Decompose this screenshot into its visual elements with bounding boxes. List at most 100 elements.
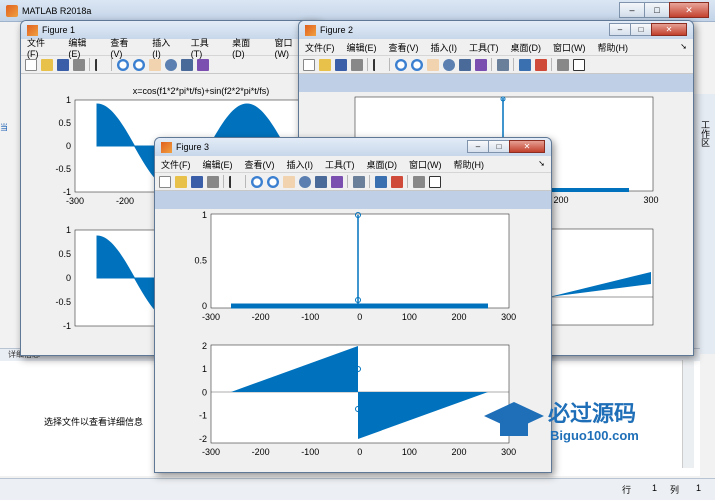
figure1-top-ytick: 1 <box>66 95 71 105</box>
open-folder-icon[interactable] <box>319 58 331 71</box>
figure1-bottom-ytick: 1 <box>66 225 71 235</box>
print-icon[interactable] <box>351 58 363 71</box>
close-button[interactable]: ✕ <box>509 140 545 153</box>
rotate-icon[interactable] <box>299 175 311 188</box>
menu-insert[interactable]: 插入(I) <box>287 158 314 171</box>
minimize-button[interactable]: – <box>619 2 645 18</box>
menu-file[interactable]: 文件(F) <box>305 41 335 54</box>
menu-edit[interactable]: 编辑(E) <box>68 36 98 59</box>
hide-tools-icon[interactable] <box>557 58 569 71</box>
zoom-in-icon[interactable] <box>251 175 263 188</box>
menu-tools[interactable]: 工具(T) <box>191 36 220 59</box>
minimize-button[interactable]: – <box>467 140 489 153</box>
menu-desktop[interactable]: 桌面(D) <box>232 36 262 59</box>
legend-icon[interactable] <box>391 175 403 188</box>
menu-tools[interactable]: 工具(T) <box>325 158 355 171</box>
figure3-toolbar <box>155 173 551 191</box>
workspace-side-tab[interactable]: 工作区 <box>692 94 715 354</box>
new-figure-icon[interactable] <box>303 58 315 71</box>
menu-window[interactable]: 窗口(W) <box>409 158 442 171</box>
rotate-icon[interactable] <box>165 58 177 71</box>
figure3-top-xtick: 200 <box>451 312 466 322</box>
legend-icon[interactable] <box>535 58 547 71</box>
figure2-toolbar <box>299 56 693 74</box>
figure3-bottom-ytick: -1 <box>199 411 207 421</box>
minimize-button[interactable]: – <box>609 23 631 36</box>
figure1-top-ytick: 0.5 <box>58 118 71 128</box>
data-cursor-icon[interactable] <box>181 58 193 71</box>
menu-edit[interactable]: 编辑(E) <box>347 41 377 54</box>
hide-tools-icon[interactable] <box>413 175 425 188</box>
maximize-button[interactable]: □ <box>644 2 670 18</box>
data-cursor-icon[interactable] <box>459 58 471 71</box>
menubar-arrow-icon[interactable]: ➘ <box>680 42 687 51</box>
zoom-in-icon[interactable] <box>395 58 407 71</box>
select-arrow-icon[interactable] <box>95 58 107 71</box>
main-titlebar: MATLAB R2018a <box>0 0 715 22</box>
figure1-toolbar <box>21 56 319 74</box>
menu-insert[interactable]: 插入(I) <box>431 41 458 54</box>
menu-insert[interactable]: 插入(I) <box>152 36 178 59</box>
figure3-bottom-xtick: 100 <box>402 447 417 457</box>
zoom-in-icon[interactable] <box>117 58 129 71</box>
toolbar-separator <box>347 175 348 188</box>
menubar-arrow-icon[interactable]: ➘ <box>538 159 545 168</box>
colorbar-icon[interactable] <box>375 175 387 188</box>
colorbar-icon[interactable] <box>519 58 531 71</box>
menu-view[interactable]: 查看(V) <box>389 41 419 54</box>
print-icon[interactable] <box>207 175 219 188</box>
brush-icon[interactable] <box>197 58 209 71</box>
menu-file[interactable]: 文件(F) <box>161 158 191 171</box>
brush-icon[interactable] <box>331 175 343 188</box>
menu-view[interactable]: 查看(V) <box>110 36 140 59</box>
print-icon[interactable] <box>73 58 85 71</box>
menu-file[interactable]: 文件(F) <box>27 36 56 59</box>
menu-help[interactable]: 帮助(H) <box>598 41 629 54</box>
save-icon[interactable] <box>335 58 347 71</box>
zoom-out-icon[interactable] <box>133 58 145 71</box>
maximize-button[interactable]: □ <box>630 23 652 36</box>
pan-hand-icon[interactable] <box>427 58 439 71</box>
menu-desktop[interactable]: 桌面(D) <box>367 158 398 171</box>
brush-icon[interactable] <box>475 58 487 71</box>
data-cursor-icon[interactable] <box>315 175 327 188</box>
figure2-xtick-200: 200 <box>553 195 568 205</box>
col-label: 列 <box>670 485 680 495</box>
menu-tools[interactable]: 工具(T) <box>469 41 499 54</box>
maximize-button[interactable]: □ <box>488 140 510 153</box>
new-figure-icon[interactable] <box>159 175 171 188</box>
rotate-icon[interactable] <box>443 58 455 71</box>
menu-edit[interactable]: 编辑(E) <box>203 158 233 171</box>
save-icon[interactable] <box>57 58 69 71</box>
zoom-out-icon[interactable] <box>267 175 279 188</box>
row-value: 1 <box>652 483 658 493</box>
new-figure-icon[interactable] <box>25 58 37 71</box>
figure1-top-ytick: -0.5 <box>55 164 71 174</box>
pan-hand-icon[interactable] <box>149 58 161 71</box>
menu-window[interactable]: 窗口(W) <box>553 41 586 54</box>
menu-desktop[interactable]: 桌面(D) <box>511 41 542 54</box>
link-plot-icon[interactable] <box>497 58 509 71</box>
zoom-out-icon[interactable] <box>411 58 423 71</box>
menu-help[interactable]: 帮助(H) <box>454 158 485 171</box>
dock-icon[interactable] <box>573 58 585 71</box>
close-button[interactable]: ✕ <box>669 2 709 18</box>
open-folder-icon[interactable] <box>175 175 187 188</box>
link-plot-icon[interactable] <box>353 175 365 188</box>
open-folder-icon[interactable] <box>41 58 53 71</box>
watermark-brand: 必过源码 <box>548 401 637 426</box>
select-arrow-icon[interactable] <box>229 175 241 188</box>
col-value: 1 <box>696 483 702 493</box>
select-arrow-icon[interactable] <box>373 58 385 71</box>
figure3-top-ytick: 1 <box>202 210 207 220</box>
figure3-menubar: 文件(F) 编辑(E) 查看(V) 插入(I) 工具(T) 桌面(D) 窗口(W… <box>155 156 551 173</box>
toolbar-separator <box>389 58 390 71</box>
dock-icon[interactable] <box>429 175 441 188</box>
save-icon[interactable] <box>191 175 203 188</box>
pan-hand-icon[interactable] <box>283 175 295 188</box>
figure3-top-ytick: 0 <box>202 301 207 311</box>
close-button[interactable]: ✕ <box>651 23 687 36</box>
toolbar-separator <box>491 58 492 71</box>
menu-view[interactable]: 查看(V) <box>245 158 275 171</box>
figure3-top-xtick: 300 <box>501 312 516 322</box>
